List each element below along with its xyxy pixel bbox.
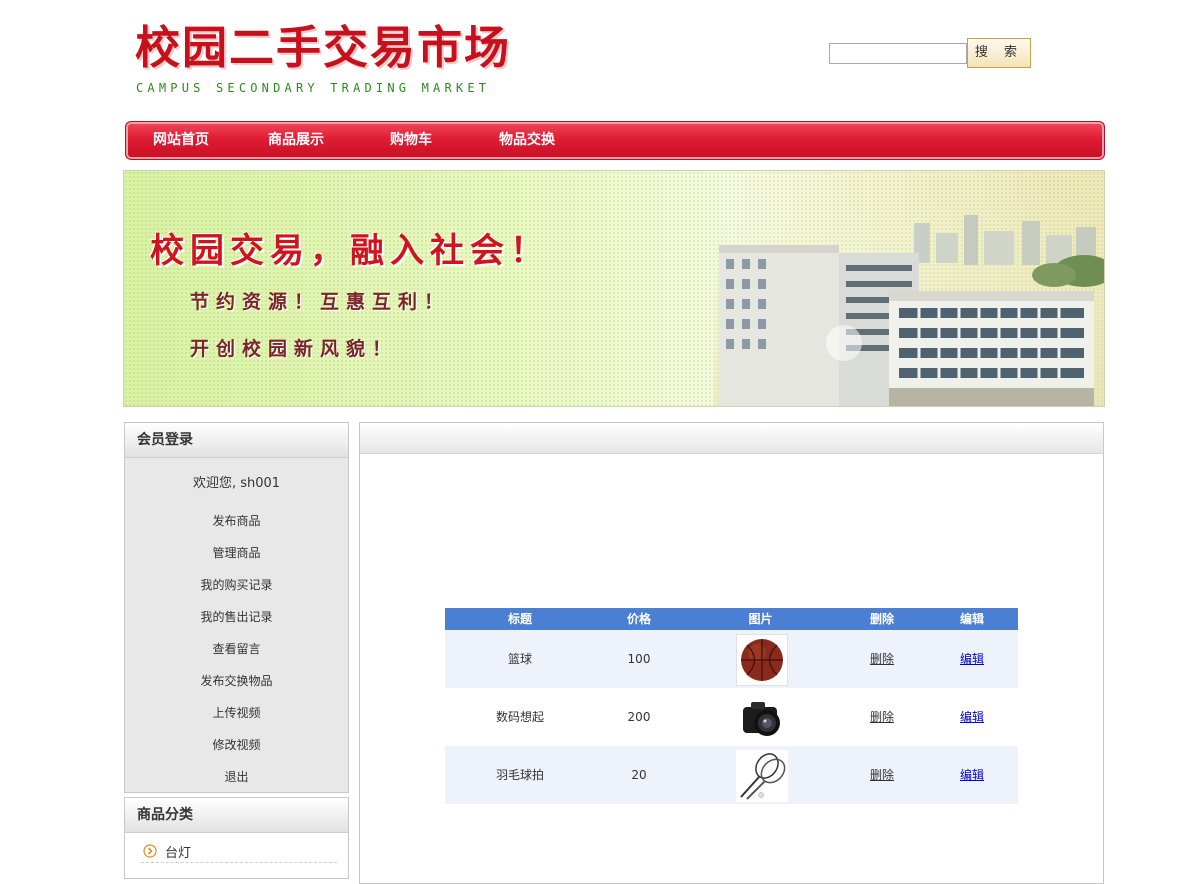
goods-price: 100 — [627, 652, 651, 666]
table-row: 数码想起 200 删除 编辑 — [445, 688, 1018, 746]
welcome-message: 欢迎您, sh001 — [192, 476, 281, 491]
goods-title: 羽毛球拍 — [495, 768, 544, 782]
category-panel: 商品分类 台灯 — [124, 797, 349, 879]
banner-slogan-2: 开创校园新风貌！ — [190, 338, 399, 360]
member-login-panel: 会员登录 欢迎您, sh001 发布商品 管理商品 我的购买记录 我的售出记录 … — [124, 422, 349, 793]
logo-title: 校园二手交易市场 — [135, 21, 512, 74]
search-input[interactable] — [829, 43, 967, 64]
table-header-row: 标题 价格 图片 删除 编辑 — [445, 608, 1018, 630]
edit-link[interactable]: 编辑 — [926, 746, 1018, 804]
menu-logout[interactable]: 退出 — [125, 768, 348, 785]
table-row: 篮球 100 删除 编辑 — [445, 630, 1018, 688]
edit-link[interactable]: 编辑 — [926, 630, 1018, 688]
login-panel-title: 会员登录 — [125, 423, 348, 458]
menu-view-messages[interactable]: 查看留言 — [125, 640, 348, 657]
category-panel-title: 商品分类 — [125, 798, 348, 833]
delete-link[interactable]: 删除 — [838, 688, 926, 746]
menu-manage-goods[interactable]: 管理商品 — [125, 544, 348, 561]
col-header-title: 标题 — [507, 612, 532, 626]
banner-slogan-1: 节约资源！互惠互利！ — [190, 291, 451, 313]
nav-item-products[interactable]: 商品展示 — [268, 122, 324, 159]
menu-publish-goods[interactable]: 发布商品 — [125, 512, 348, 529]
delete-link[interactable]: 删除 — [838, 630, 926, 688]
banner-headline: 校园交易，融入社会！ — [150, 231, 550, 271]
goods-price: 20 — [631, 768, 647, 782]
campus-building-image — [714, 193, 1104, 406]
site-logo[interactable]: 校园二手交易市场 CAMPUS SECONDARY TRADING MARKET — [133, 20, 553, 100]
main-content-header — [360, 423, 1103, 454]
menu-publish-exchange[interactable]: 发布交换物品 — [125, 672, 348, 689]
table-row: 羽毛球拍 20 删除 编辑 — [445, 746, 1018, 804]
nav-item-home[interactable]: 网站首页 — [153, 122, 209, 159]
menu-upload-video[interactable]: 上传视频 — [125, 704, 348, 721]
menu-sales-records[interactable]: 我的售出记录 — [125, 608, 348, 625]
category-item[interactable]: 台灯 — [141, 840, 337, 863]
hero-banner: 校园交易，融入社会！ 节约资源！互惠互利！ 开创校园新风貌！ — [123, 170, 1105, 407]
col-header-edit: 编辑 — [959, 612, 984, 626]
category-label: 台灯 — [165, 846, 192, 861]
goods-title: 数码想起 — [495, 710, 544, 724]
menu-purchase-records[interactable]: 我的购买记录 — [125, 576, 348, 593]
col-header-delete: 删除 — [869, 612, 894, 626]
badminton-racket-image[interactable] — [736, 750, 788, 802]
search-button[interactable]: 搜 索 — [967, 38, 1031, 68]
col-header-price: 价格 — [626, 612, 651, 626]
goods-title: 篮球 — [507, 652, 532, 666]
nav-item-cart[interactable]: 购物车 — [390, 122, 432, 159]
col-header-image: 图片 — [748, 612, 773, 626]
edit-link[interactable]: 编辑 — [926, 688, 1018, 746]
menu-edit-video[interactable]: 修改视频 — [125, 736, 348, 753]
chevron-right-icon — [143, 844, 157, 858]
main-nav: 网站首页 商品展示 购物车 物品交换 — [125, 121, 1105, 160]
nav-item-exchange[interactable]: 物品交换 — [499, 122, 555, 159]
logo-subtitle: CAMPUS SECONDARY TRADING MARKET — [136, 81, 491, 95]
goods-price: 200 — [627, 710, 651, 724]
camera-image[interactable] — [736, 692, 788, 744]
delete-link[interactable]: 删除 — [838, 746, 926, 804]
basketball-image[interactable] — [736, 634, 788, 686]
